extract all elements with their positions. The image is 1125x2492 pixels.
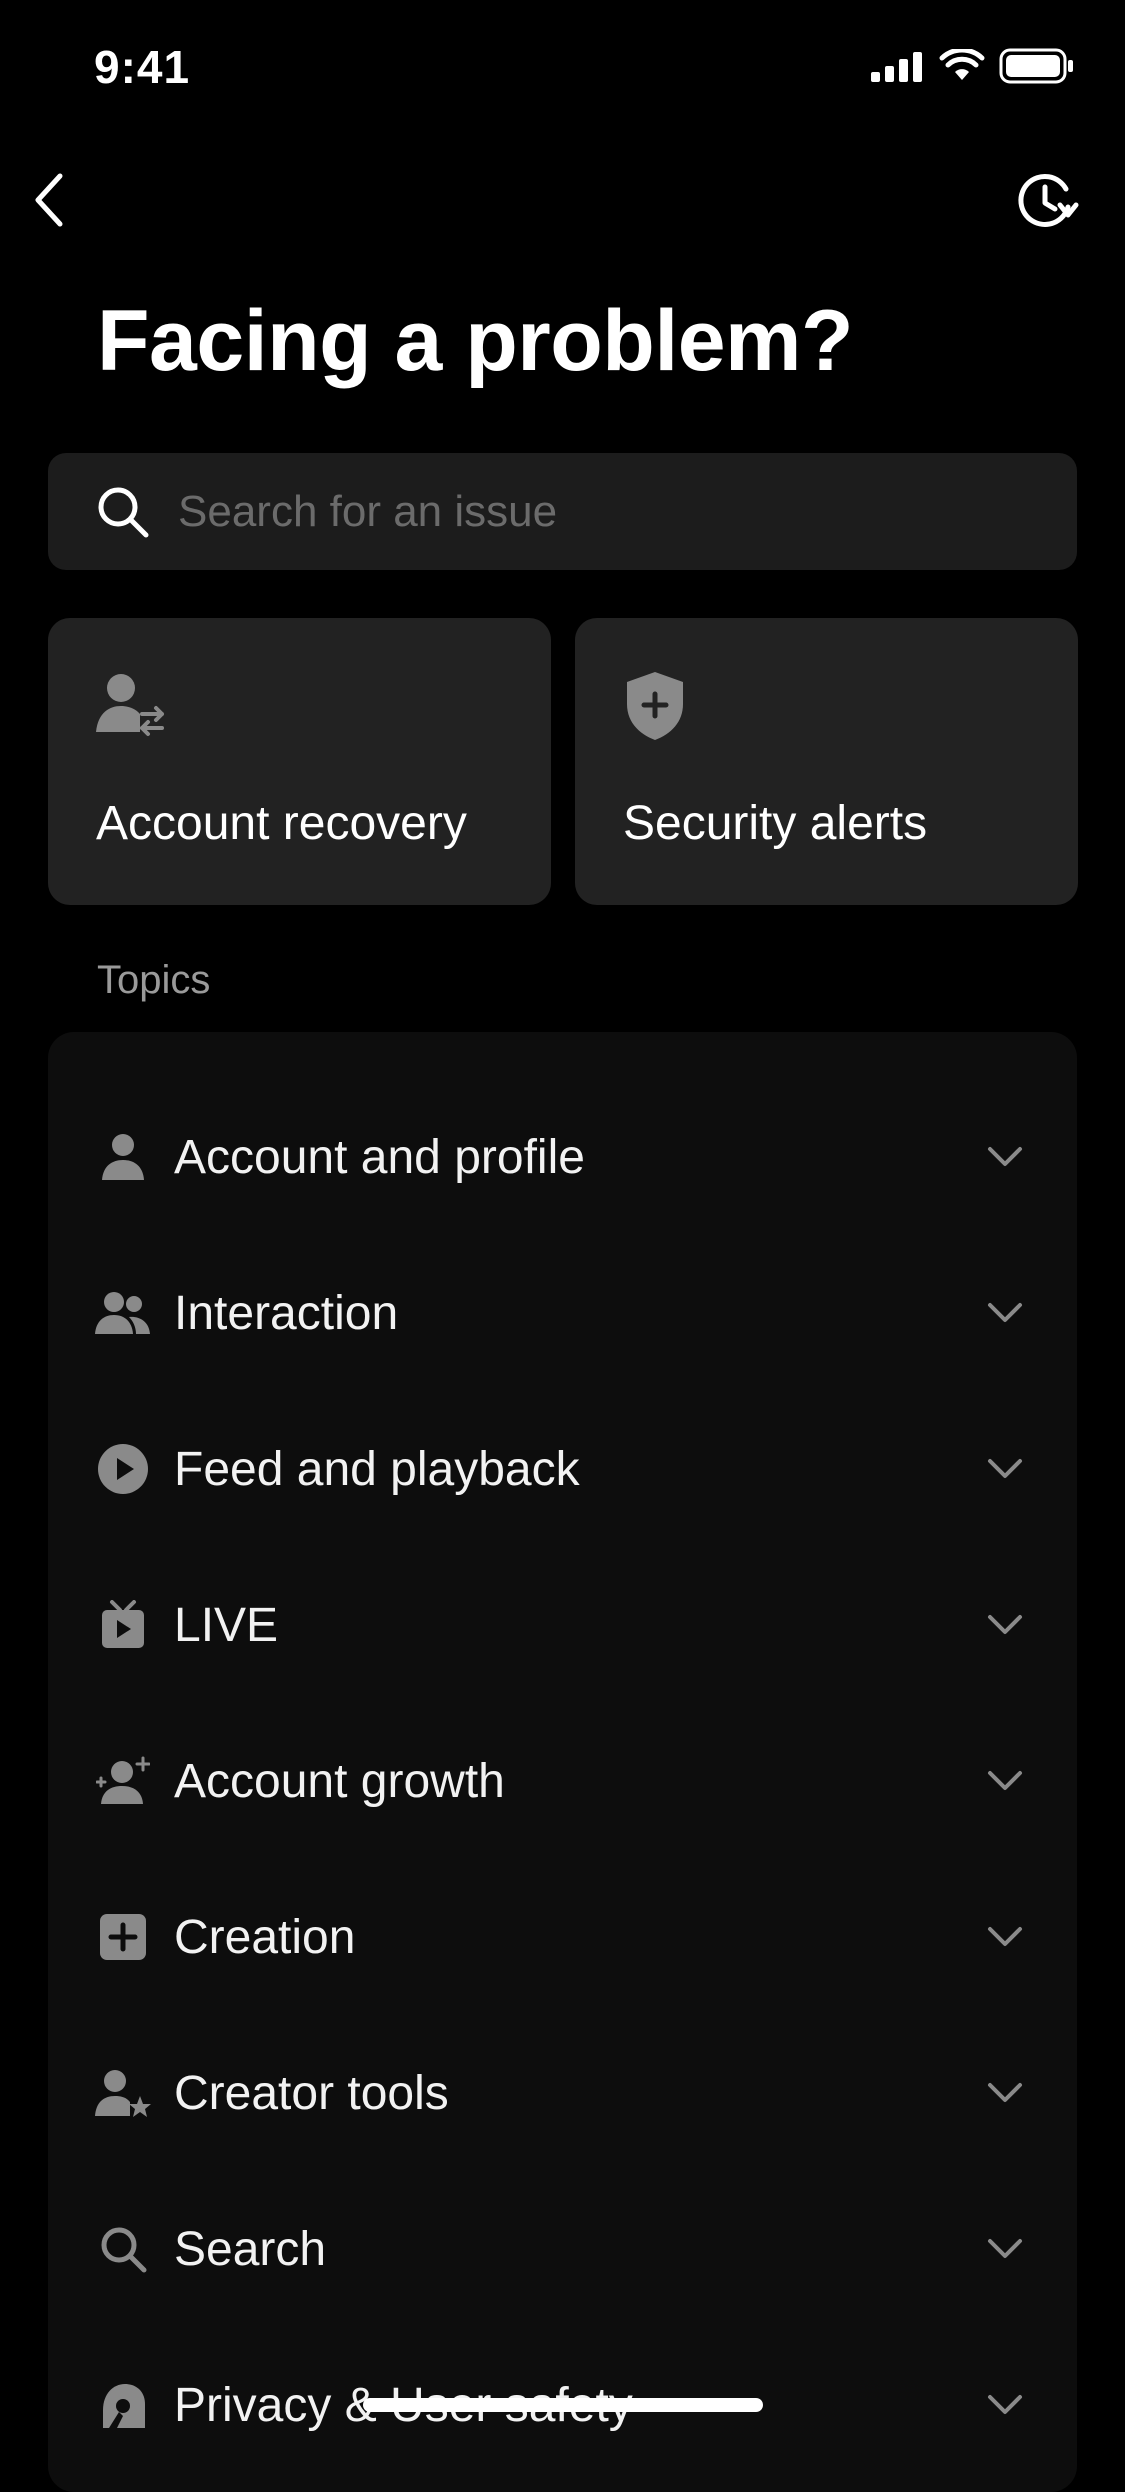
topic-creator-tools[interactable]: Creator tools: [48, 2015, 1077, 2171]
topic-feed-and-playback[interactable]: Feed and playback: [48, 1391, 1077, 1547]
wifi-icon: [939, 49, 985, 80]
topic-label: Account growth: [174, 1754, 505, 1808]
topic-label: Account and profile: [174, 1130, 585, 1184]
topic-search[interactable]: Search: [48, 2171, 1077, 2327]
topic-account-and-profile[interactable]: Account and profile: [48, 1079, 1077, 1235]
topic-label: Creation: [174, 1910, 356, 1964]
topic-label: Interaction: [174, 1286, 399, 1340]
topic-account-growth[interactable]: Account growth: [48, 1703, 1077, 1859]
history-button[interactable]: [1005, 164, 1085, 240]
chevron-down-icon: [983, 1915, 1027, 1959]
topics-list: Account and profile Interaction Feed and…: [48, 1032, 1077, 2492]
page-title: Facing a problem?: [97, 293, 854, 389]
status-bar: 9:41: [0, 0, 1125, 140]
topic-interaction[interactable]: Interaction: [48, 1235, 1077, 1391]
plus-square-icon: [95, 1909, 151, 1965]
topic-label: LIVE: [174, 1598, 279, 1652]
search-input[interactable]: [176, 485, 1077, 538]
play-circle-icon: [95, 1441, 151, 1497]
topic-label: Feed and playback: [174, 1442, 580, 1496]
person-icon: [95, 1129, 151, 1185]
chevron-down-icon: [983, 2383, 1027, 2427]
topic-creation[interactable]: Creation: [48, 1859, 1077, 2015]
cellular-signal-icon: [871, 52, 922, 82]
history-clock-icon: [1018, 174, 1079, 227]
chevron-down-icon: [983, 1759, 1027, 1803]
topic-label: Creator tools: [174, 2066, 449, 2120]
topic-label: Search: [174, 2222, 327, 2276]
topic-live[interactable]: LIVE: [48, 1547, 1077, 1703]
search-bar[interactable]: [48, 453, 1077, 570]
person-star-icon: [95, 2065, 151, 2121]
security-alerts-card[interactable]: Security alerts: [575, 618, 1078, 905]
security-alerts-label: Security alerts: [623, 797, 928, 850]
chevron-down-icon: [983, 2227, 1027, 2271]
live-tv-icon: [95, 1597, 151, 1653]
people-icon: [95, 1285, 151, 1341]
chevron-down-icon: [983, 1291, 1027, 1335]
person-sparkle-icon: [95, 1753, 151, 1809]
status-time: 9:41: [94, 41, 191, 93]
chevron-down-icon: [983, 1603, 1027, 1647]
user-swap-icon: [96, 670, 166, 745]
privacy-icon: [95, 2377, 151, 2433]
search-icon: [96, 485, 166, 539]
shield-plus-icon: [623, 670, 687, 747]
chevron-down-icon: [983, 1447, 1027, 1491]
back-button[interactable]: [30, 160, 90, 240]
battery-icon: [999, 48, 1073, 84]
status-icons: [871, 48, 1075, 84]
search-icon: [95, 2221, 151, 2277]
topics-section-label: Topics: [97, 958, 211, 1002]
chevron-left-icon: [35, 173, 63, 227]
chevron-down-icon: [983, 2071, 1027, 2115]
account-recovery-card[interactable]: Account recovery: [48, 618, 551, 905]
chevron-down-icon: [983, 1135, 1027, 1179]
home-indicator[interactable]: [363, 2398, 763, 2412]
account-recovery-label: Account recovery: [96, 797, 467, 850]
